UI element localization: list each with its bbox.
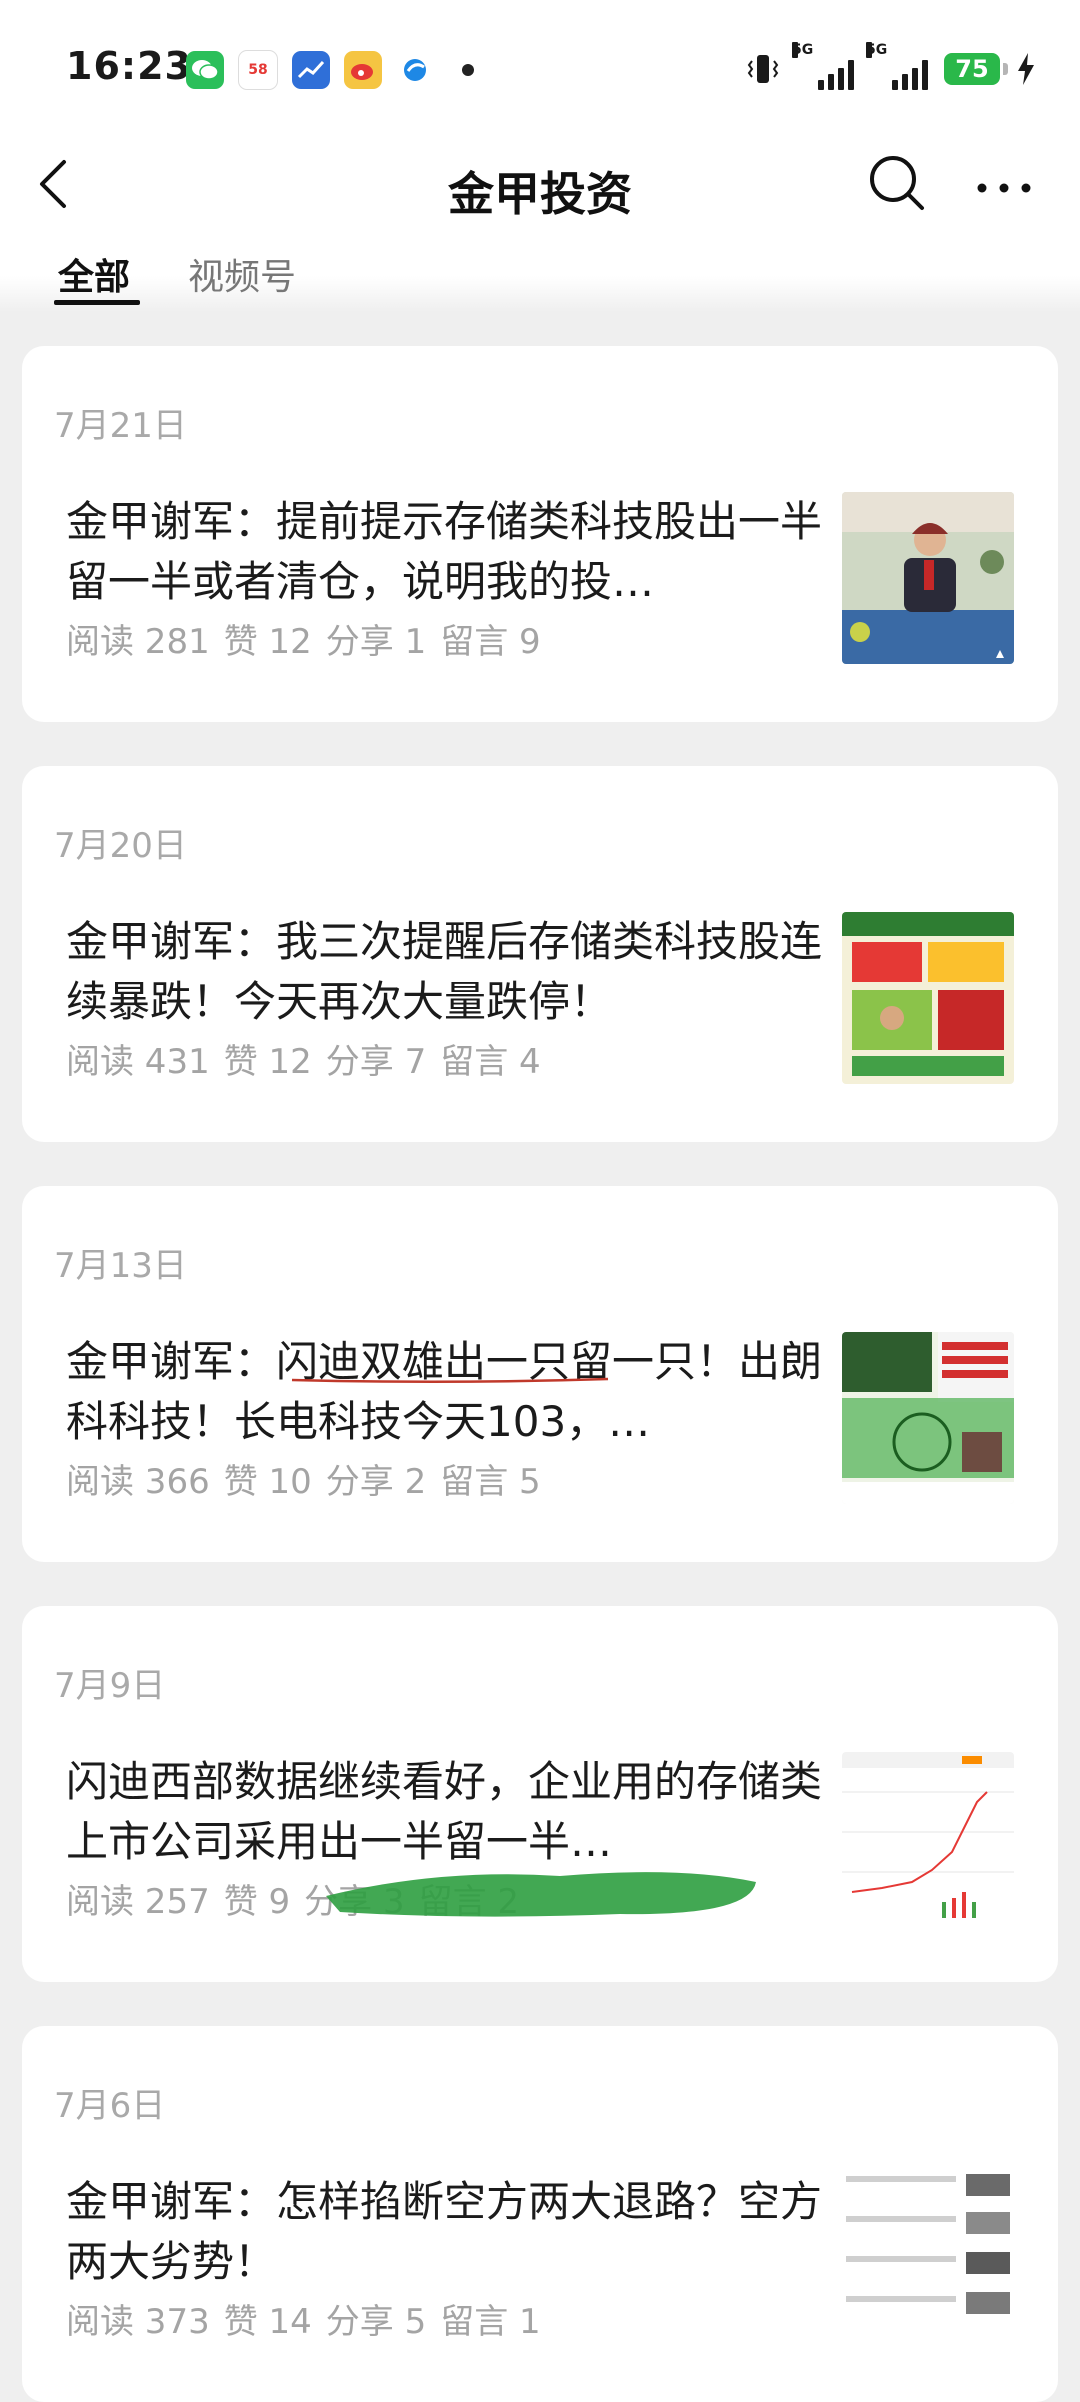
like-count: 赞 10 <box>223 1462 312 1502</box>
vibrate-icon <box>747 55 779 83</box>
like-count: 赞 12 <box>223 622 312 662</box>
search-icon[interactable] <box>866 152 926 212</box>
more-notifications-dot <box>462 64 474 76</box>
article-title[interactable]: 金甲谢军：闪迪双雄出一只留一只！出朗科科技！长电科技今天103，… <box>66 1332 856 1452</box>
tab-all[interactable]: 全部 <box>58 248 130 300</box>
battery-icon: 75 <box>944 53 1008 85</box>
comment-count: 留言 9 <box>440 622 541 662</box>
signal-5g-1-icon: 5G <box>792 42 854 90</box>
read-count: 阅读 257 <box>66 1882 210 1922</box>
like-count: 赞 14 <box>223 2302 312 2342</box>
article-card[interactable]: 7月21日 金甲谢军：提前提示存储类科技股出一半留一半或者清仓，说明我的投… 阅… <box>22 346 1058 722</box>
signal-5g-2-icon: 5G <box>866 42 928 90</box>
tab-bar: 全部 视频号 <box>0 232 1080 312</box>
article-stats: 阅读 281 赞 12 分享 1 留言 9 <box>66 614 555 663</box>
article-card[interactable]: 7月9日 闪迪西部数据继续看好，企业用的存储类上市公司采用出一半留一半… 阅读 … <box>22 1606 1058 1982</box>
read-count: 阅读 366 <box>66 1462 210 1502</box>
like-count: 赞 9 <box>223 1882 291 1922</box>
article-title[interactable]: 金甲谢军：提前提示存储类科技股出一半留一半或者清仓，说明我的投… <box>66 492 856 612</box>
article-date: 7月20日 <box>54 826 187 866</box>
article-title[interactable]: 闪迪西部数据继续看好，企业用的存储类上市公司采用出一半留一半… <box>66 1752 856 1872</box>
weibo-icon <box>344 51 382 89</box>
signal-label-2: 5G <box>866 42 888 58</box>
system-status: 5G 5G 75 <box>746 42 1036 90</box>
article-date: 7月13日 <box>54 1246 187 1286</box>
charging-icon <box>1018 53 1034 85</box>
read-count: 阅读 431 <box>66 1042 210 1082</box>
article-stats: 阅读 366 赞 10 分享 2 留言 5 <box>66 1454 555 1503</box>
article-card[interactable]: 7月13日 金甲谢军：闪迪双雄出一只留一只！出朗科科技！长电科技今天103，… … <box>22 1186 1058 1562</box>
active-tab-indicator <box>54 300 140 305</box>
article-thumbnail[interactable] <box>842 1752 1014 1924</box>
article-card[interactable]: 7月6日 金甲谢军：怎样掐断空方两大退路？空方两大劣势！ 阅读 373 赞 14 分… <box>22 2026 1058 2402</box>
stocks-icon <box>292 51 330 89</box>
article-title[interactable]: 金甲谢军：我三次提醒后存储类科技股连续暴跌！今天再次大量跌停！ <box>66 912 856 1032</box>
comment-count: 留言 5 <box>440 1462 541 1502</box>
article-date: 7月21日 <box>54 406 187 446</box>
green-redaction-scribble <box>326 1872 756 1917</box>
article-title[interactable]: 金甲谢军：怎样掐断空方两大退路？空方两大劣势！ <box>66 2172 856 2292</box>
article-stats: 阅读 431 赞 12 分享 7 留言 4 <box>66 1034 555 1083</box>
share-count: 分享 1 <box>325 622 427 662</box>
signal-label-1: 5G <box>792 42 814 58</box>
browser-icon <box>396 51 434 89</box>
article-stats: 阅读 373 赞 14 分享 5 留言 1 <box>66 2294 555 2343</box>
article-date: 7月6日 <box>54 2086 166 2126</box>
notification-icons: 58 <box>186 50 474 90</box>
comment-count: 留言 4 <box>440 1042 541 1082</box>
share-count: 分享 7 <box>325 1042 427 1082</box>
article-card[interactable]: 7月20日 金甲谢军：我三次提醒后存储类科技股连续暴跌！今天再次大量跌停！ 阅读… <box>22 766 1058 1142</box>
wechat-icon <box>186 51 224 89</box>
red-underline-annotation <box>291 1377 609 1384</box>
article-thumbnail[interactable] <box>842 2172 1014 2344</box>
article-thumbnail[interactable] <box>842 492 1014 664</box>
status-time: 16:23 <box>66 44 192 88</box>
58-icon: 58 <box>238 50 278 90</box>
read-count: 阅读 281 <box>66 622 210 662</box>
like-count: 赞 12 <box>223 1042 312 1082</box>
tab-video-channel[interactable]: 视频号 <box>188 248 296 300</box>
comment-count: 留言 1 <box>440 2302 541 2342</box>
article-thumbnail[interactable] <box>842 1332 1014 1504</box>
article-date: 7月9日 <box>54 1666 166 1706</box>
share-count: 分享 2 <box>325 1462 427 1502</box>
share-count: 分享 5 <box>325 2302 427 2342</box>
more-options-icon[interactable] <box>972 168 1036 208</box>
read-count: 阅读 373 <box>66 2302 210 2342</box>
status-bar: 16:23 58 5G 5G 75 <box>0 0 1080 140</box>
article-thumbnail[interactable] <box>842 912 1014 1084</box>
